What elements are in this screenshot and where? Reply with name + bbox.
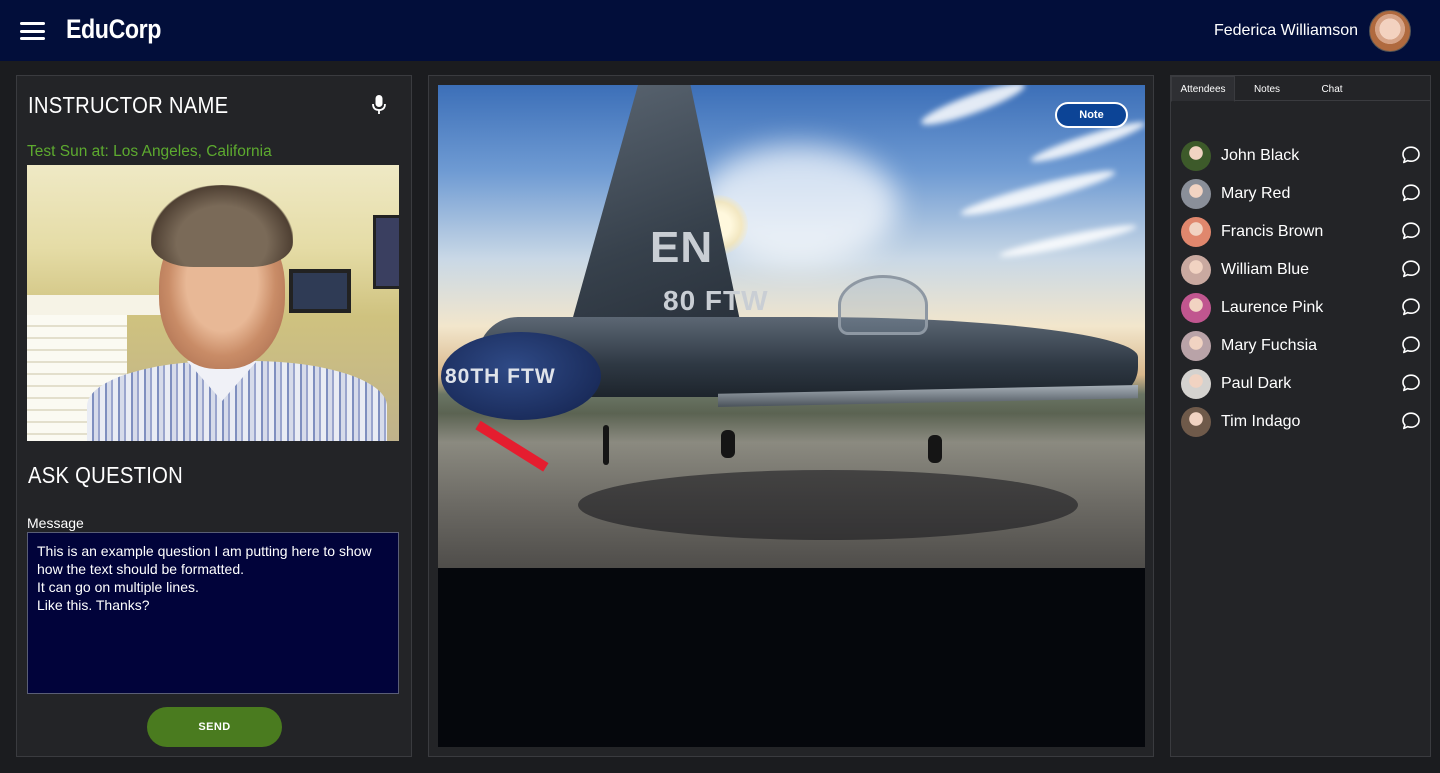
presentation-panel: EN 80 FTW 80TH FTW Note bbox=[428, 75, 1154, 757]
microphone-icon[interactable] bbox=[371, 94, 387, 116]
instructor-video bbox=[27, 165, 399, 441]
menu-icon[interactable] bbox=[20, 22, 45, 40]
attendee-avatar bbox=[1181, 369, 1211, 399]
attendee-avatar bbox=[1181, 407, 1211, 437]
ask-question-title: ASK QUESTION bbox=[28, 462, 184, 488]
attendee-avatar bbox=[1181, 331, 1211, 361]
instructor-title: INSTRUCTOR NAME bbox=[28, 92, 229, 118]
attendee-avatar bbox=[1181, 293, 1211, 323]
attendee-name: Paul Dark bbox=[1221, 375, 1292, 392]
chat-bubble-icon[interactable] bbox=[1401, 183, 1421, 203]
attendee-row[interactable]: Mary Fuchsia bbox=[1181, 327, 1421, 365]
chat-bubble-icon[interactable] bbox=[1401, 373, 1421, 393]
note-button[interactable]: Note bbox=[1055, 102, 1128, 128]
attendee-avatar bbox=[1181, 141, 1211, 171]
attendee-name: Laurence Pink bbox=[1221, 299, 1324, 316]
tab-notes[interactable]: Notes bbox=[1235, 76, 1299, 102]
attendee-avatar bbox=[1181, 255, 1211, 285]
attendee-name: Tim Indago bbox=[1221, 413, 1301, 430]
user-avatar[interactable] bbox=[1369, 10, 1411, 52]
attendee-avatar bbox=[1181, 179, 1211, 209]
chat-bubble-icon[interactable] bbox=[1401, 297, 1421, 317]
message-input[interactable]: This is an example question I am putting… bbox=[27, 532, 399, 694]
attendee-row[interactable]: William Blue bbox=[1181, 251, 1421, 289]
user-name[interactable]: Federica Williamson bbox=[1214, 22, 1358, 40]
attendee-name: Mary Red bbox=[1221, 185, 1291, 202]
brand-logo[interactable]: EduCorp bbox=[66, 14, 161, 45]
cover-text: 80TH FTW bbox=[445, 365, 556, 388]
attendee-row[interactable]: Paul Dark bbox=[1181, 365, 1421, 403]
presentation-stage: EN 80 FTW 80TH FTW Note bbox=[438, 85, 1145, 747]
tab-chat[interactable]: Chat bbox=[1300, 76, 1364, 102]
attendee-list: John Black Mary Red Francis Brown Willia… bbox=[1181, 137, 1421, 441]
attendee-name: Mary Fuchsia bbox=[1221, 337, 1318, 354]
sidebar-panel: Attendees Notes Chat John Black Mary Red… bbox=[1170, 75, 1431, 757]
chat-bubble-icon[interactable] bbox=[1401, 259, 1421, 279]
sidebar-tabs: Attendees Notes Chat bbox=[1171, 76, 1430, 102]
attendee-row[interactable]: Francis Brown bbox=[1181, 213, 1421, 251]
send-button[interactable]: SEND bbox=[147, 707, 282, 747]
chat-bubble-icon[interactable] bbox=[1401, 145, 1421, 165]
top-bar: EduCorp Federica Williamson bbox=[0, 0, 1440, 61]
attendee-avatar bbox=[1181, 217, 1211, 247]
attendee-row[interactable]: Laurence Pink bbox=[1181, 289, 1421, 327]
tab-attendees[interactable]: Attendees bbox=[1171, 76, 1235, 102]
attendee-row[interactable]: John Black bbox=[1181, 137, 1421, 175]
instructor-location: Test Sun at: Los Angeles, California bbox=[27, 143, 272, 160]
attendee-name: Francis Brown bbox=[1221, 223, 1324, 240]
presentation-image: EN 80 FTW 80TH FTW bbox=[438, 85, 1145, 568]
chat-bubble-icon[interactable] bbox=[1401, 411, 1421, 431]
attendee-name: William Blue bbox=[1221, 261, 1310, 278]
message-label: Message bbox=[27, 515, 84, 531]
attendee-name: John Black bbox=[1221, 147, 1300, 164]
attendee-row[interactable]: Mary Red bbox=[1181, 175, 1421, 213]
attendee-row[interactable]: Tim Indago bbox=[1181, 403, 1421, 441]
instructor-panel: INSTRUCTOR NAME Test Sun at: Los Angeles… bbox=[16, 75, 412, 757]
tail-unit: 80 FTW bbox=[663, 285, 769, 316]
tail-code: EN bbox=[650, 223, 714, 272]
chat-bubble-icon[interactable] bbox=[1401, 335, 1421, 355]
chat-bubble-icon[interactable] bbox=[1401, 221, 1421, 241]
